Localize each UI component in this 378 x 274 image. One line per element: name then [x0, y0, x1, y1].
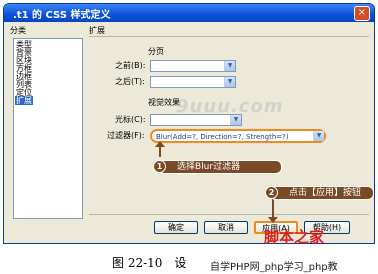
arrow-up-icon: [268, 198, 278, 223]
site-watermark-text: 自学PHP网_php学习_php教: [210, 258, 338, 273]
screenshot: .t1 的 CSS 样式定义 × 分类 类型 背景 区块 方框 边框 列表 定位…: [0, 0, 378, 274]
step1-text: 选择Blur过滤器: [177, 162, 241, 172]
step1-badge: 1: [153, 160, 166, 173]
site-watermark-red: 脚本之家: [264, 228, 325, 246]
step2-text: 点击【应用】按钮: [289, 188, 362, 198]
step2-callout: 点击【应用】按钮: [270, 186, 374, 200]
step1-callout: 选择Blur过滤器: [158, 160, 282, 174]
step2-badge: 2: [265, 186, 278, 199]
figure-caption: 图 22-10 设: [112, 256, 187, 270]
arrow-up-icon: [155, 141, 165, 157]
